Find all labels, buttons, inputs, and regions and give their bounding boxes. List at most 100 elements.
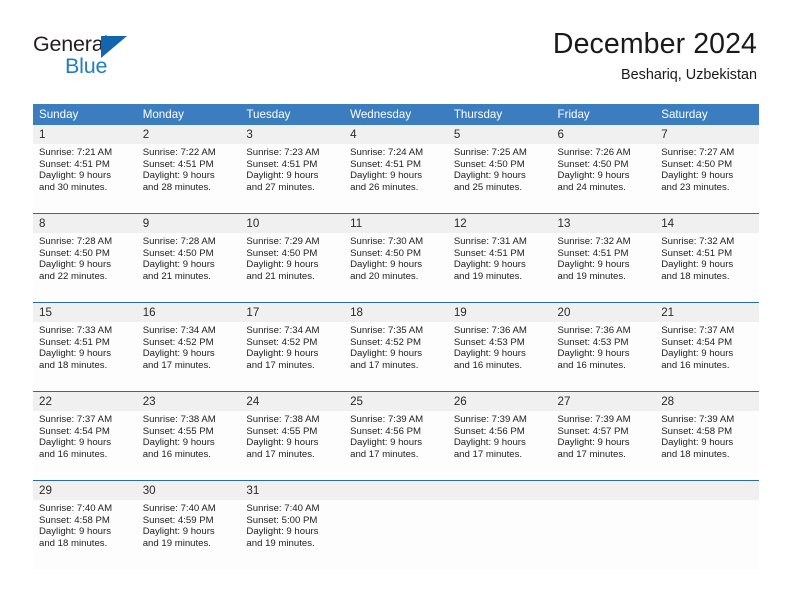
- day-number: 27: [551, 392, 656, 411]
- day-number: [447, 481, 552, 500]
- sunrise-text: Sunrise: 7:36 AM: [453, 325, 527, 336]
- day-info: Sunrise: 7:25 AM Sunset: 4:50 PM Dayligh…: [448, 144, 552, 193]
- sunset-text: Sunset: 4:50 PM: [39, 247, 110, 259]
- day-info: Sunrise: 7:32 AM Sunset: 4:51 PM Dayligh…: [655, 233, 759, 282]
- day-cell[interactable]: 4 Sunrise: 7:24 AM Sunset: 4:51 PM Dayli…: [344, 125, 448, 213]
- daylight-text-line1: Daylight: 9 hours: [350, 259, 423, 271]
- daylight-text-line1: Daylight: 9 hours: [661, 437, 734, 449]
- day-cell[interactable]: 8 Sunrise: 7:28 AM Sunset: 4:50 PM Dayli…: [33, 214, 137, 302]
- sunset-text: Sunset: 4:52 PM: [142, 336, 214, 348]
- sunrise-text: Sunrise: 7:37 AM: [661, 325, 735, 336]
- day-cell[interactable]: 18 Sunrise: 7:35 AM Sunset: 4:52 PM Dayl…: [344, 303, 448, 391]
- sunrise-text: Sunrise: 7:30 AM: [350, 236, 424, 247]
- daylight-text-line1: Daylight: 9 hours: [350, 437, 423, 449]
- day-cell[interactable]: 9 Sunrise: 7:28 AM Sunset: 4:50 PM Dayli…: [136, 214, 241, 302]
- daylight-text-line1: Daylight: 9 hours: [453, 259, 526, 271]
- sunset-text: Sunset: 4:55 PM: [142, 425, 214, 437]
- sunset-text: Sunset: 4:50 PM: [142, 247, 214, 259]
- calendar-page: General Blue December 2024 Beshariq, Uzb…: [0, 0, 792, 612]
- day-info: Sunrise: 7:39 AM Sunset: 4:58 PM Dayligh…: [655, 411, 759, 460]
- daylight-text-line1: Daylight: 9 hours: [39, 348, 111, 360]
- day-cell[interactable]: 7 Sunrise: 7:27 AM Sunset: 4:50 PM Dayli…: [655, 125, 759, 213]
- day-cell[interactable]: 28 Sunrise: 7:39 AM Sunset: 4:58 PM Dayl…: [655, 392, 759, 480]
- sunset-text: Sunset: 4:50 PM: [453, 158, 525, 170]
- day-cell[interactable]: 23 Sunrise: 7:38 AM Sunset: 4:55 PM Dayl…: [136, 392, 241, 480]
- daylight-text-line2: and 19 minutes.: [246, 537, 315, 549]
- sunset-text: Sunset: 4:50 PM: [661, 158, 733, 170]
- sunrise-text: Sunrise: 7:26 AM: [557, 147, 631, 158]
- sunrise-text: Sunrise: 7:23 AM: [246, 147, 320, 158]
- day-number: 6: [551, 125, 656, 144]
- daylight-text-line2: and 21 minutes.: [246, 270, 315, 282]
- day-cell[interactable]: 12 Sunrise: 7:31 AM Sunset: 4:51 PM Dayl…: [447, 214, 552, 302]
- day-cell[interactable]: 6 Sunrise: 7:26 AM Sunset: 4:50 PM Dayli…: [551, 125, 656, 213]
- day-info: Sunrise: 7:38 AM Sunset: 4:55 PM Dayligh…: [137, 411, 241, 460]
- daylight-text-line1: Daylight: 9 hours: [246, 170, 319, 182]
- sunset-text: Sunset: 4:57 PM: [557, 425, 629, 437]
- day-number: 13: [551, 214, 656, 233]
- day-cell[interactable]: 5 Sunrise: 7:25 AM Sunset: 4:50 PM Dayli…: [447, 125, 552, 213]
- day-cell[interactable]: 27 Sunrise: 7:39 AM Sunset: 4:57 PM Dayl…: [551, 392, 656, 480]
- day-info: Sunrise: 7:39 AM Sunset: 4:56 PM Dayligh…: [344, 411, 448, 460]
- day-info: Sunrise: 7:21 AM Sunset: 4:51 PM Dayligh…: [33, 144, 137, 193]
- day-cell[interactable]: 20 Sunrise: 7:36 AM Sunset: 4:53 PM Dayl…: [551, 303, 656, 391]
- logo-text-blue: Blue: [65, 54, 108, 78]
- weekday-header-tuesday: Tuesday: [246, 108, 291, 121]
- general-blue-logo[interactable]: General Blue: [33, 33, 233, 90]
- sunset-text: Sunset: 4:53 PM: [557, 336, 629, 348]
- sunrise-text: Sunrise: 7:21 AM: [39, 147, 113, 158]
- sunset-text: Sunset: 4:58 PM: [39, 514, 110, 526]
- daylight-text-line1: Daylight: 9 hours: [39, 437, 111, 449]
- day-cell[interactable]: 11 Sunrise: 7:30 AM Sunset: 4:50 PM Dayl…: [344, 214, 448, 302]
- day-cell[interactable]: 29 Sunrise: 7:40 AM Sunset: 4:58 PM Dayl…: [33, 481, 137, 569]
- day-cell[interactable]: 21 Sunrise: 7:37 AM Sunset: 4:54 PM Dayl…: [655, 303, 759, 391]
- day-info: Sunrise: 7:29 AM Sunset: 4:50 PM Dayligh…: [240, 233, 344, 282]
- daylight-text-line2: and 17 minutes.: [142, 359, 211, 371]
- calendar-grid: Sunday Monday Tuesday Wednesday Thursday…: [33, 104, 759, 569]
- day-cell[interactable]: 16 Sunrise: 7:34 AM Sunset: 4:52 PM Dayl…: [136, 303, 241, 391]
- daylight-text-line2: and 18 minutes.: [661, 448, 730, 460]
- day-cell[interactable]: 3 Sunrise: 7:23 AM Sunset: 4:51 PM Dayli…: [240, 125, 345, 213]
- day-number: 24: [240, 392, 345, 411]
- day-number: 12: [447, 214, 552, 233]
- daylight-text-line1: Daylight: 9 hours: [661, 259, 734, 271]
- daylight-text-line2: and 19 minutes.: [142, 537, 211, 549]
- daylight-text-line1: Daylight: 9 hours: [557, 437, 630, 449]
- daylight-text-line1: Daylight: 9 hours: [557, 170, 630, 182]
- day-cell[interactable]: 24 Sunrise: 7:38 AM Sunset: 4:55 PM Dayl…: [240, 392, 345, 480]
- daylight-text-line2: and 18 minutes.: [39, 359, 108, 371]
- day-number: [655, 481, 759, 500]
- sunset-text: Sunset: 4:52 PM: [246, 336, 318, 348]
- day-cell[interactable]: 13 Sunrise: 7:32 AM Sunset: 4:51 PM Dayl…: [551, 214, 656, 302]
- daylight-text-line1: Daylight: 9 hours: [350, 170, 423, 182]
- day-cell[interactable]: 10 Sunrise: 7:29 AM Sunset: 4:50 PM Dayl…: [240, 214, 345, 302]
- day-number: 21: [655, 303, 759, 322]
- day-info: Sunrise: 7:39 AM Sunset: 4:57 PM Dayligh…: [552, 411, 656, 460]
- day-cell[interactable]: 25 Sunrise: 7:39 AM Sunset: 4:56 PM Dayl…: [344, 392, 448, 480]
- weekday-header-saturday: Saturday: [661, 108, 708, 121]
- day-cell[interactable]: 26 Sunrise: 7:39 AM Sunset: 4:56 PM Dayl…: [447, 392, 552, 480]
- sunrise-text: Sunrise: 7:25 AM: [453, 147, 527, 158]
- day-info: Sunrise: 7:40 AM Sunset: 5:00 PM Dayligh…: [240, 500, 344, 549]
- sunset-text: Sunset: 4:50 PM: [246, 247, 318, 259]
- day-cell-empty: [447, 481, 552, 569]
- day-cell[interactable]: 17 Sunrise: 7:34 AM Sunset: 4:52 PM Dayl…: [240, 303, 345, 391]
- day-cell[interactable]: 1 Sunrise: 7:21 AM Sunset: 4:51 PM Dayli…: [33, 125, 137, 213]
- daylight-text-line1: Daylight: 9 hours: [246, 526, 319, 538]
- page-title: December 2024: [552, 28, 757, 60]
- day-info: Sunrise: 7:23 AM Sunset: 4:51 PM Dayligh…: [240, 144, 344, 193]
- day-cell[interactable]: 15 Sunrise: 7:33 AM Sunset: 4:51 PM Dayl…: [33, 303, 137, 391]
- daylight-text-line2: and 18 minutes.: [661, 270, 730, 282]
- sunrise-text: Sunrise: 7:22 AM: [142, 147, 216, 158]
- day-cell[interactable]: 31 Sunrise: 7:40 AM Sunset: 5:00 PM Dayl…: [240, 481, 345, 569]
- day-cell[interactable]: 14 Sunrise: 7:32 AM Sunset: 4:51 PM Dayl…: [655, 214, 759, 302]
- day-info: Sunrise: 7:39 AM Sunset: 4:56 PM Dayligh…: [448, 411, 552, 460]
- day-info: Sunrise: 7:35 AM Sunset: 4:52 PM Dayligh…: [344, 322, 448, 371]
- day-cell[interactable]: 22 Sunrise: 7:37 AM Sunset: 4:54 PM Dayl…: [33, 392, 137, 480]
- day-number: 4: [344, 125, 448, 144]
- day-cell[interactable]: 19 Sunrise: 7:36 AM Sunset: 4:53 PM Dayl…: [447, 303, 552, 391]
- daylight-text-line2: and 17 minutes.: [557, 448, 626, 460]
- sunset-text: Sunset: 4:51 PM: [246, 158, 318, 170]
- day-cell[interactable]: 30 Sunrise: 7:40 AM Sunset: 4:59 PM Dayl…: [136, 481, 241, 569]
- day-cell[interactable]: 2 Sunrise: 7:22 AM Sunset: 4:51 PM Dayli…: [136, 125, 241, 213]
